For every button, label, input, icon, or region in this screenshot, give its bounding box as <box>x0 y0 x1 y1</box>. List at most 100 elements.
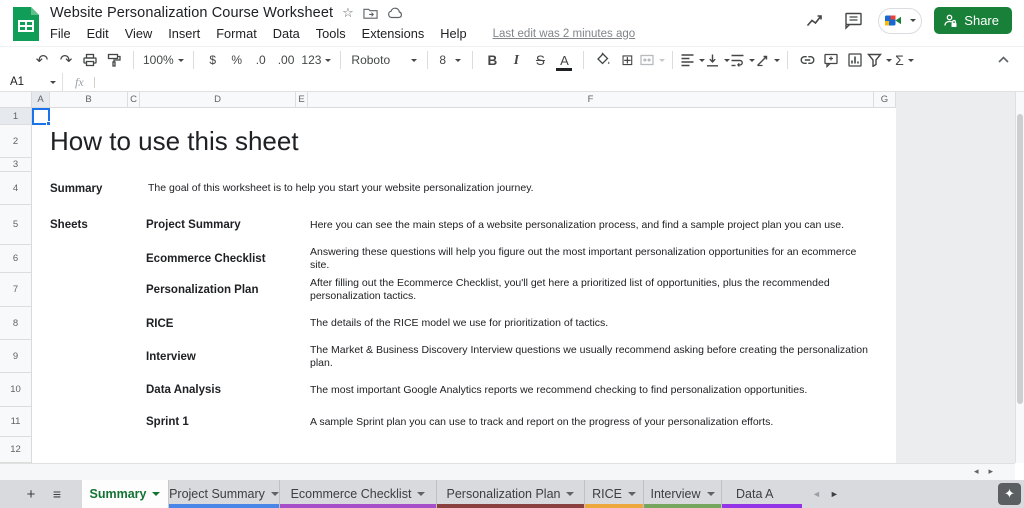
decrease-decimal-button[interactable]: .0 <box>249 48 273 72</box>
row-header-4[interactable]: 4 <box>0 172 32 205</box>
strikethrough-button[interactable]: S <box>528 48 552 72</box>
format-currency-button[interactable]: $ <box>201 48 225 72</box>
menu-insert[interactable]: Insert <box>160 25 208 42</box>
number-format-menu[interactable]: 123 <box>299 48 333 72</box>
sheet-row-rice[interactable]: RICE The details of the RICE model we us… <box>32 307 896 340</box>
select-all-corner[interactable] <box>0 92 32 108</box>
paint-format-button[interactable] <box>102 48 126 72</box>
font-selector[interactable]: Roboto <box>348 48 420 72</box>
tab-rice[interactable]: RICE <box>585 480 644 508</box>
redo-button[interactable]: ↷ <box>54 48 78 72</box>
functions-button[interactable]: Σ <box>892 48 916 72</box>
row-header-1[interactable]: 1 <box>0 108 32 125</box>
cell-summary-label[interactable]: Summary <box>50 172 102 205</box>
cloud-saved-icon[interactable] <box>387 7 403 19</box>
tab-project-summary[interactable]: Project Summary <box>169 480 280 508</box>
scroll-right-icon[interactable]: ▸ <box>988 466 993 477</box>
horizontal-align-button[interactable] <box>680 48 706 72</box>
menu-help[interactable]: Help <box>432 25 474 42</box>
undo-button[interactable]: ↶ <box>30 48 54 72</box>
increase-decimal-button[interactable]: .00 <box>273 48 300 72</box>
zoom-selector[interactable]: 100% <box>141 48 186 72</box>
menu-format[interactable]: Format <box>208 25 265 42</box>
sheet-row-sprint-1[interactable]: Sprint 1 A sample Sprint plan you can us… <box>32 407 896 437</box>
row-header-12[interactable]: 12 <box>0 437 32 463</box>
sheet-row-ecommerce-checklist[interactable]: Ecommerce Checklist Answering these ques… <box>32 245 896 273</box>
move-to-folder-icon[interactable] <box>363 7 378 20</box>
format-percent-button[interactable]: % <box>225 48 249 72</box>
row-header-3[interactable]: 3 <box>0 158 32 172</box>
column-header-b[interactable]: B <box>50 92 128 108</box>
row-header-5[interactable]: 5 <box>0 205 32 245</box>
column-header-e[interactable]: E <box>296 92 308 108</box>
row-header-2[interactable]: 2 <box>0 125 32 158</box>
cell-area[interactable]: How to use this sheet Summary The goal o… <box>32 108 896 463</box>
text-rotation-button[interactable] <box>755 48 781 72</box>
tab-scroll-left-icon[interactable]: ◄ <box>812 489 821 499</box>
document-title[interactable]: Website Personalization Course Worksheet <box>50 5 333 21</box>
insert-chart-button[interactable] <box>843 48 867 72</box>
fill-color-button[interactable] <box>591 48 615 72</box>
menu-data[interactable]: Data <box>265 25 308 42</box>
menu-file[interactable]: File <box>50 25 79 42</box>
column-header-c[interactable]: C <box>128 92 140 108</box>
tab-data-analysis-clipped[interactable]: Data A <box>722 480 802 508</box>
tab-summary-menu-caret[interactable] <box>152 492 161 496</box>
sheet-row-project-summary[interactable]: Project Summary Here you can see the mai… <box>32 205 896 245</box>
row-header-11[interactable]: 11 <box>0 407 32 437</box>
column-header-a[interactable]: A <box>32 92 50 108</box>
add-sheet-button[interactable]: + <box>18 480 44 508</box>
row-header-8[interactable]: 8 <box>0 307 32 340</box>
menu-extensions[interactable]: Extensions <box>354 25 433 42</box>
row-header-9[interactable]: 9 <box>0 340 32 373</box>
row-header-10[interactable]: 10 <box>0 373 32 407</box>
text-color-button[interactable]: A <box>552 48 576 72</box>
horizontal-scrollbar[interactable]: ◂ ▸ <box>0 463 1015 480</box>
vertical-scrollbar[interactable] <box>1015 92 1024 463</box>
sheet-row-personalization-plan[interactable]: Personalization Plan After filling out t… <box>32 273 896 307</box>
row-header-7[interactable]: 7 <box>0 273 32 307</box>
insert-comment-button[interactable] <box>819 48 843 72</box>
insert-link-button[interactable] <box>795 48 819 72</box>
column-header-d[interactable]: D <box>140 92 296 108</box>
selected-cell-a1[interactable] <box>32 108 51 126</box>
share-button[interactable]: Share <box>934 7 1012 34</box>
menu-edit[interactable]: Edit <box>79 25 117 42</box>
sheet-row-data-analysis[interactable]: Data Analysis The most important Google … <box>32 373 896 407</box>
meet-call-button[interactable] <box>878 7 923 34</box>
vertical-scrollbar-thumb[interactable] <box>1017 114 1023 404</box>
explore-button[interactable]: ✦ <box>998 483 1021 505</box>
text-wrapping-button[interactable] <box>730 48 756 72</box>
menu-view[interactable]: View <box>117 25 161 42</box>
font-size-selector[interactable]: 8 <box>435 48 465 72</box>
italic-button[interactable]: I <box>504 48 528 72</box>
row-header-6[interactable]: 6 <box>0 245 32 273</box>
tab-interview[interactable]: Interview <box>644 480 722 508</box>
sheets-logo-icon[interactable] <box>11 5 41 43</box>
tab-scroll-right-icon[interactable]: ► <box>830 489 839 499</box>
scroll-left-icon[interactable]: ◂ <box>974 466 979 477</box>
sheet-row-interview[interactable]: Interview The Market & Business Discover… <box>32 340 896 373</box>
menu-tools[interactable]: Tools <box>308 25 354 42</box>
bold-button[interactable]: B <box>480 48 504 72</box>
print-button[interactable] <box>78 48 102 72</box>
cell-summary-desc[interactable]: The goal of this worksheet is to help yo… <box>148 172 534 205</box>
vertical-align-button[interactable] <box>705 48 731 72</box>
comment-history-icon[interactable] <box>840 8 866 34</box>
column-header-g[interactable]: G <box>874 92 896 108</box>
tab-ecommerce-checklist[interactable]: Ecommerce Checklist <box>280 480 437 508</box>
borders-button[interactable]: ⊞ <box>615 48 639 72</box>
star-icon[interactable]: ☆ <box>342 5 354 21</box>
insights-icon[interactable] <box>802 8 828 34</box>
hide-menus-button[interactable] <box>997 51 1010 69</box>
last-edit-link[interactable]: Last edit was 2 minutes ago <box>493 28 636 40</box>
cell-name-box[interactable]: A1 <box>0 76 62 88</box>
tab-personalization-plan[interactable]: Personalization Plan <box>437 480 585 508</box>
tab-summary[interactable]: Summary <box>82 480 169 508</box>
all-sheets-button[interactable]: ≡ <box>44 480 70 508</box>
meet-dropdown-caret[interactable] <box>910 19 917 22</box>
merge-cells-button[interactable] <box>639 48 666 72</box>
create-filter-button[interactable] <box>867 48 893 72</box>
cell-title[interactable]: How to use this sheet <box>50 125 299 158</box>
column-header-f[interactable]: F <box>308 92 874 108</box>
